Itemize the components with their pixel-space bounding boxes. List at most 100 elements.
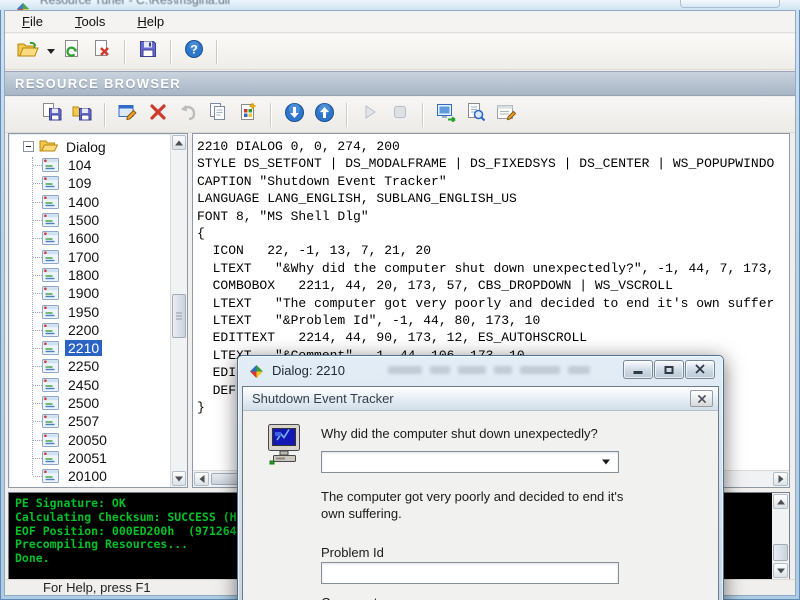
help-button[interactable]: ? bbox=[179, 38, 209, 66]
undo-button[interactable] bbox=[173, 101, 203, 129]
window-title: Resource Tuner - C:\Res\msgina.dll bbox=[40, 0, 231, 7]
dialog-preview-window[interactable]: Dialog: 2210 Shutdown Event Tracker Why … bbox=[237, 355, 724, 600]
menu-item[interactable]: File bbox=[15, 12, 50, 31]
resource-tree-panel[interactable]: Dialog 104 109 1400 1500 1600 1700 1800 … bbox=[8, 133, 188, 488]
problem-id-input[interactable] bbox=[321, 562, 619, 584]
tree-item-dialog-resource[interactable]: 1400 bbox=[9, 193, 170, 211]
open-file-icon bbox=[17, 40, 39, 64]
code-line: LTEXT "&Problem Id", -1, 44, 80, 173, 10 bbox=[197, 313, 541, 329]
play-button[interactable] bbox=[355, 101, 385, 129]
dialog-resource-icon bbox=[42, 341, 59, 356]
scroll-up-button[interactable] bbox=[773, 494, 788, 509]
folder-icon bbox=[39, 138, 59, 156]
tree-item-label: 1500 bbox=[68, 212, 100, 229]
collapse-expander-icon[interactable] bbox=[23, 141, 34, 152]
toolbar-separator bbox=[346, 102, 348, 127]
scroll-up-button[interactable] bbox=[172, 135, 186, 150]
tree-item-dialog-resource[interactable]: 2210 bbox=[9, 339, 170, 357]
dialog-resource-icon bbox=[42, 231, 59, 246]
scrollbar-thumb[interactable] bbox=[773, 544, 788, 561]
code-line: COMBOBOX 2211, 44, 20, 173, 57, CBS_DROP… bbox=[197, 278, 673, 294]
scrollbar-thumb[interactable] bbox=[172, 294, 186, 338]
dialog-resource-icon bbox=[42, 396, 59, 410]
close-button[interactable] bbox=[685, 360, 715, 379]
stop-icon bbox=[392, 104, 408, 125]
tree-item-dialog-resource[interactable]: 1700 bbox=[9, 247, 170, 265]
code-line: STYLE DS_SETFONT | DS_MODALFRAME | DS_FI… bbox=[197, 156, 775, 172]
minimize-button[interactable] bbox=[623, 360, 653, 379]
dialog-resource-icon bbox=[42, 322, 59, 337]
toolbar-separator bbox=[216, 39, 218, 64]
console-vertical-scrollbar[interactable] bbox=[772, 493, 789, 579]
tree-vertical-scrollbar[interactable] bbox=[170, 134, 187, 487]
code-line: LTEXT "The computer got very poorly and … bbox=[197, 295, 775, 311]
preview-dialog-button[interactable] bbox=[431, 101, 461, 129]
arrow-down-icon bbox=[175, 476, 183, 481]
tree-item-dialog-resource[interactable]: 2200 bbox=[9, 321, 170, 339]
tree-item-dialog-resource[interactable]: 1950 bbox=[9, 302, 170, 320]
open-file-dropdown[interactable] bbox=[43, 38, 57, 66]
tree-item-label: 20051 bbox=[68, 449, 107, 466]
scroll-left-button[interactable] bbox=[194, 472, 209, 486]
preview-dialog-icon bbox=[436, 102, 457, 127]
tree-root-label: Dialog bbox=[66, 138, 106, 155]
window-titlebar[interactable]: Resource Tuner - C:\Res\msgina.dll bbox=[0, 0, 800, 10]
open-dropdown-caret-icon bbox=[47, 49, 55, 54]
code-line: LANGUAGE LANG_ENGLISH, SUBLANG_ENGLISH_U… bbox=[197, 191, 517, 207]
reload-file-button[interactable] bbox=[57, 38, 87, 66]
dialog-close-button[interactable] bbox=[690, 390, 713, 407]
resource-properties-button[interactable] bbox=[491, 101, 521, 129]
tree-item-dialog-resource[interactable]: 1600 bbox=[9, 229, 170, 247]
glass-reflection bbox=[494, 366, 512, 374]
save-file-button[interactable] bbox=[133, 38, 163, 66]
dialog-caption[interactable]: Shutdown Event Tracker bbox=[243, 387, 718, 411]
resource-browser-toolbar bbox=[5, 97, 795, 133]
tree-item-dialog-resource[interactable]: 1900 bbox=[9, 284, 170, 302]
tree-item-dialog-resource[interactable]: 20100 bbox=[9, 467, 170, 485]
delete-resource-button[interactable] bbox=[143, 101, 173, 129]
dialog-resource-icon bbox=[42, 213, 59, 228]
next-resource-icon bbox=[314, 102, 335, 128]
save-all-resources-button[interactable] bbox=[67, 101, 97, 129]
toolbar-separator bbox=[270, 102, 272, 127]
open-file-button[interactable] bbox=[13, 38, 43, 66]
toolbar-separator bbox=[422, 102, 424, 127]
tree-item-dialog-resource[interactable]: 2500 bbox=[9, 394, 170, 412]
tree-item-dialog-resource[interactable]: 1500 bbox=[9, 211, 170, 229]
tree-item-dialog-resource[interactable]: 2250 bbox=[9, 357, 170, 375]
menu-item[interactable]: Help bbox=[130, 12, 171, 31]
tree-item-label: 1600 bbox=[68, 230, 100, 247]
scroll-down-button[interactable] bbox=[773, 563, 788, 578]
tree-root-dialog[interactable]: Dialog bbox=[9, 137, 170, 156]
dialog-resource-icon bbox=[42, 359, 59, 374]
add-resource-button[interactable] bbox=[233, 101, 263, 129]
tree-item-label: 20050 bbox=[68, 431, 107, 448]
combobox-dropdown-arrow-icon[interactable] bbox=[598, 452, 614, 472]
dialog-resource-icon bbox=[42, 267, 59, 282]
tree-item-dialog-resource[interactable]: 20051 bbox=[9, 449, 170, 467]
window-caption-buttons[interactable] bbox=[680, 0, 780, 8]
copy-resource-button[interactable] bbox=[203, 101, 233, 129]
dialog-caption-title: Shutdown Event Tracker bbox=[252, 391, 394, 406]
tree-item-dialog-resource[interactable]: 2450 bbox=[9, 376, 170, 394]
maximize-button[interactable] bbox=[654, 360, 684, 379]
preview-titlebar[interactable]: Dialog: 2210 bbox=[238, 356, 723, 386]
close-file-button[interactable] bbox=[87, 38, 117, 66]
tree-item-dialog-resource[interactable]: 1800 bbox=[9, 266, 170, 284]
scroll-down-button[interactable] bbox=[172, 471, 186, 486]
edit-resource-button[interactable] bbox=[113, 101, 143, 129]
view-as-text-button[interactable] bbox=[461, 101, 491, 129]
menu-item[interactable]: Tools bbox=[68, 12, 112, 31]
stop-button[interactable] bbox=[385, 101, 415, 129]
scroll-right-button[interactable] bbox=[773, 472, 788, 486]
tree-item-dialog-resource[interactable]: 2507 bbox=[9, 412, 170, 430]
tree-item-label: 1400 bbox=[68, 193, 100, 210]
save-resource-button[interactable] bbox=[37, 101, 67, 129]
previous-resource-icon bbox=[284, 102, 305, 128]
tree-item-dialog-resource[interactable]: 104 bbox=[9, 156, 170, 174]
reason-combobox[interactable] bbox=[321, 451, 619, 473]
tree-item-dialog-resource[interactable]: 20050 bbox=[9, 430, 170, 448]
previous-resource-button[interactable] bbox=[279, 101, 309, 129]
next-resource-button[interactable] bbox=[309, 101, 339, 129]
tree-item-dialog-resource[interactable]: 109 bbox=[9, 174, 170, 192]
